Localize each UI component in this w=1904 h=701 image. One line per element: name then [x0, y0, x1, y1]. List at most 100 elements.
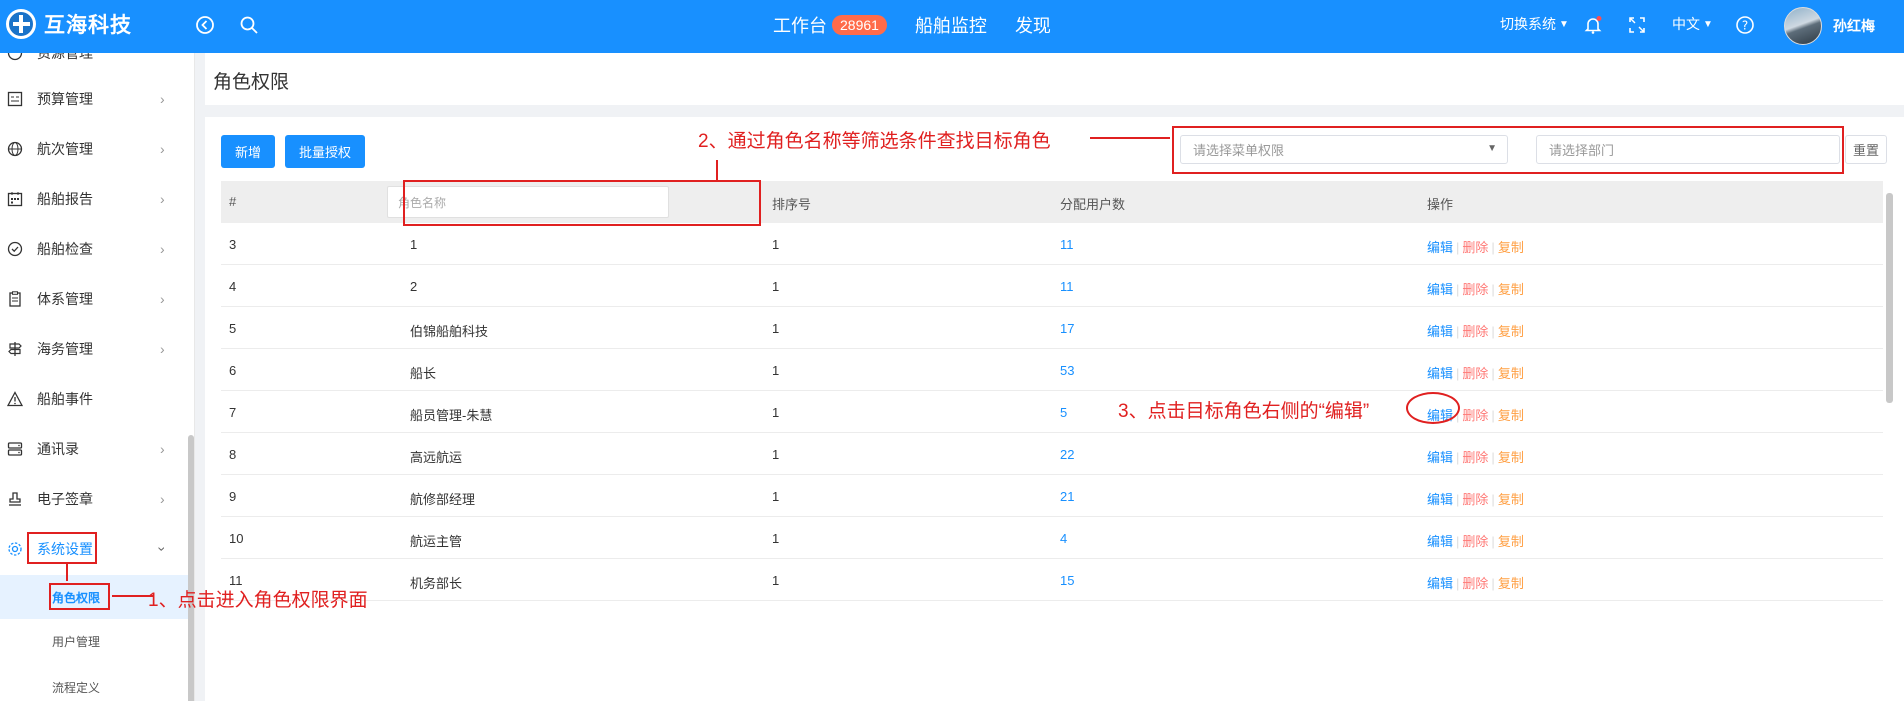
- signpost-icon: [6, 340, 24, 358]
- cell-index: 8: [229, 447, 237, 462]
- cell-user-count[interactable]: 15: [1060, 573, 1074, 588]
- table-row: 11 机务部长 1 15 编辑 | 删除 | 复制: [221, 559, 1883, 601]
- copy-link[interactable]: 复制: [1498, 324, 1524, 339]
- chevron-right-icon: ›: [160, 191, 165, 207]
- edit-link[interactable]: 编辑: [1427, 240, 1453, 255]
- sidebar-item-contacts[interactable]: 通讯录 ›: [0, 424, 194, 474]
- nav-workbench[interactable]: 工作台 28961: [773, 12, 887, 38]
- back-icon[interactable]: [192, 12, 218, 38]
- edit-link[interactable]: 编辑: [1427, 282, 1453, 297]
- sidebar-item-ship-report[interactable]: 船舶报告 ›: [0, 174, 194, 224]
- cell-index: 3: [229, 237, 237, 252]
- sidebar-item-ship-events[interactable]: 船舶事件: [0, 374, 194, 424]
- sidebar-scrollbar[interactable]: [188, 435, 194, 701]
- budget-icon: [6, 90, 24, 108]
- switch-system-dropdown[interactable]: 切换系统 ▼: [1500, 14, 1569, 34]
- annotation-box-filters: [1172, 126, 1844, 174]
- copy-link[interactable]: 复制: [1498, 240, 1524, 255]
- delete-link[interactable]: 删除: [1462, 240, 1488, 255]
- sidebar-item-budget[interactable]: 预算管理 ›: [0, 74, 194, 124]
- cell-user-count[interactable]: 17: [1060, 321, 1074, 336]
- cell-sort: 1: [772, 321, 780, 336]
- cell-user-count[interactable]: 21: [1060, 489, 1074, 504]
- cell-index: 10: [229, 531, 244, 546]
- sidebar-item-marine-affairs[interactable]: 海务管理 ›: [0, 324, 194, 374]
- copy-link[interactable]: 复制: [1498, 492, 1524, 507]
- edit-link[interactable]: 编辑: [1427, 324, 1453, 339]
- separator: |: [1491, 492, 1495, 507]
- edit-link[interactable]: 编辑: [1427, 576, 1453, 591]
- avatar[interactable]: [1784, 7, 1822, 45]
- separator: |: [1456, 324, 1460, 339]
- sidebar-item-system-mgmt[interactable]: 体系管理 ›: [0, 274, 194, 324]
- table-row: 4 2 1 11 编辑 | 删除 | 复制: [221, 265, 1883, 307]
- edit-link[interactable]: 编辑: [1427, 366, 1453, 381]
- copy-link[interactable]: 复制: [1498, 408, 1524, 423]
- row-actions: 编辑 | 删除 | 复制: [1427, 531, 1524, 550]
- separator: |: [1456, 576, 1460, 591]
- bell-icon[interactable]: [1580, 12, 1606, 38]
- reset-button[interactable]: 重置: [1845, 135, 1887, 164]
- annotation-arrow-line: [66, 564, 68, 581]
- cell-user-count[interactable]: 53: [1060, 363, 1074, 378]
- cell-sort: 1: [772, 237, 780, 252]
- delete-link[interactable]: 删除: [1462, 450, 1488, 465]
- warning-icon: [6, 390, 24, 408]
- sidebar-subitem-user-mgmt[interactable]: 用户管理: [0, 619, 194, 663]
- table-row: 7 船员管理-朱慧 1 5 编辑 | 删除 | 复制: [221, 391, 1883, 433]
- copy-link[interactable]: 复制: [1498, 450, 1524, 465]
- edit-link[interactable]: 编辑: [1427, 534, 1453, 549]
- cell-role-name: 机务部长: [410, 576, 463, 591]
- cell-sort: 1: [772, 405, 780, 420]
- batch-authorize-button[interactable]: 批量授权: [285, 135, 366, 168]
- username[interactable]: 孙红梅: [1833, 16, 1875, 36]
- row-actions: 编辑 | 删除 | 复制: [1427, 489, 1524, 508]
- fullscreen-icon[interactable]: [1624, 12, 1650, 38]
- cell-user-count[interactable]: 11: [1060, 237, 1074, 252]
- copy-link[interactable]: 复制: [1498, 534, 1524, 549]
- table-row: 5 伯锦船舶科技 1 17 编辑 | 删除 | 复制: [221, 307, 1883, 349]
- sidebar-item-ship-inspection[interactable]: 船舶检查 ›: [0, 224, 194, 274]
- cell-user-count[interactable]: 4: [1060, 531, 1067, 546]
- brand-logo[interactable]: 互海科技: [6, 9, 132, 39]
- delete-link[interactable]: 删除: [1462, 492, 1488, 507]
- document-icon: [6, 290, 24, 308]
- table-scrollbar[interactable]: [1886, 193, 1893, 403]
- copy-link[interactable]: 复制: [1498, 576, 1524, 591]
- sidebar-subitem-process-def[interactable]: 流程定义: [0, 665, 194, 701]
- delete-link[interactable]: 删除: [1462, 324, 1488, 339]
- help-icon[interactable]: ?: [1732, 12, 1758, 38]
- sidebar-item-label: 通讯录: [37, 441, 79, 457]
- workbench-badge: 28961: [832, 15, 887, 35]
- table-row: 3 1 1 11 编辑 | 删除 | 复制: [221, 223, 1883, 265]
- copy-link[interactable]: 复制: [1498, 366, 1524, 381]
- sidebar-item-label: 船舶报告: [37, 191, 93, 207]
- delete-link[interactable]: 删除: [1462, 366, 1488, 381]
- nav-discover-label: 发现: [1014, 16, 1051, 36]
- server-icon: [6, 440, 24, 458]
- delete-link[interactable]: 删除: [1462, 282, 1488, 297]
- edit-link[interactable]: 编辑: [1427, 492, 1453, 507]
- delete-link[interactable]: 删除: [1462, 408, 1488, 423]
- nav-ship-monitor[interactable]: 船舶监控: [915, 12, 987, 38]
- delete-link[interactable]: 删除: [1462, 576, 1488, 591]
- edit-link[interactable]: 编辑: [1427, 450, 1453, 465]
- cell-user-count[interactable]: 5: [1060, 405, 1067, 420]
- header-users: 分配用户数: [1060, 197, 1126, 212]
- annotation-circle-edit: [1406, 392, 1460, 424]
- cell-index: 4: [229, 279, 237, 294]
- search-icon[interactable]: [236, 12, 262, 38]
- nav-discover[interactable]: 发现: [1015, 12, 1051, 38]
- annotation-box-role-permissions: [49, 583, 110, 610]
- sidebar-item-e-signature[interactable]: 电子签章 ›: [0, 474, 194, 524]
- cell-index: 6: [229, 363, 237, 378]
- sidebar-item-label: 预算管理: [37, 91, 93, 107]
- cell-user-count[interactable]: 22: [1060, 447, 1074, 462]
- delete-link[interactable]: 删除: [1462, 534, 1488, 549]
- cell-user-count[interactable]: 11: [1060, 279, 1074, 294]
- language-dropdown[interactable]: 中文 ▼: [1672, 14, 1713, 34]
- copy-link[interactable]: 复制: [1498, 282, 1524, 297]
- add-button[interactable]: 新增: [221, 135, 276, 168]
- row-actions: 编辑 | 删除 | 复制: [1427, 279, 1524, 298]
- sidebar-item-voyage[interactable]: 航次管理 ›: [0, 124, 194, 174]
